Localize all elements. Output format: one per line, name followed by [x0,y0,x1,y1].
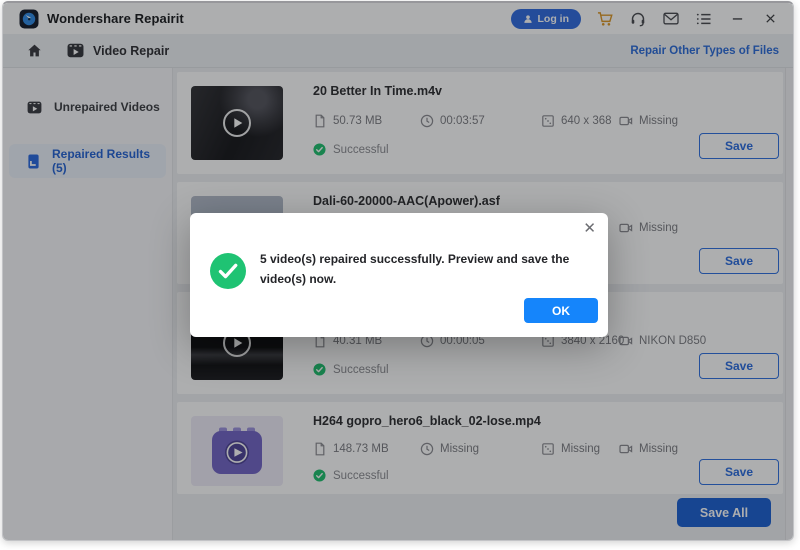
ok-button[interactable]: OK [524,298,598,323]
dialog-close-icon[interactable]: ✕ [583,219,596,237]
dialog-message: 5 video(s) repaired successfully. Previe… [260,249,602,289]
success-check-icon [210,253,246,289]
repair-complete-dialog: ✕ 5 video(s) repaired successfully. Prev… [190,213,608,337]
